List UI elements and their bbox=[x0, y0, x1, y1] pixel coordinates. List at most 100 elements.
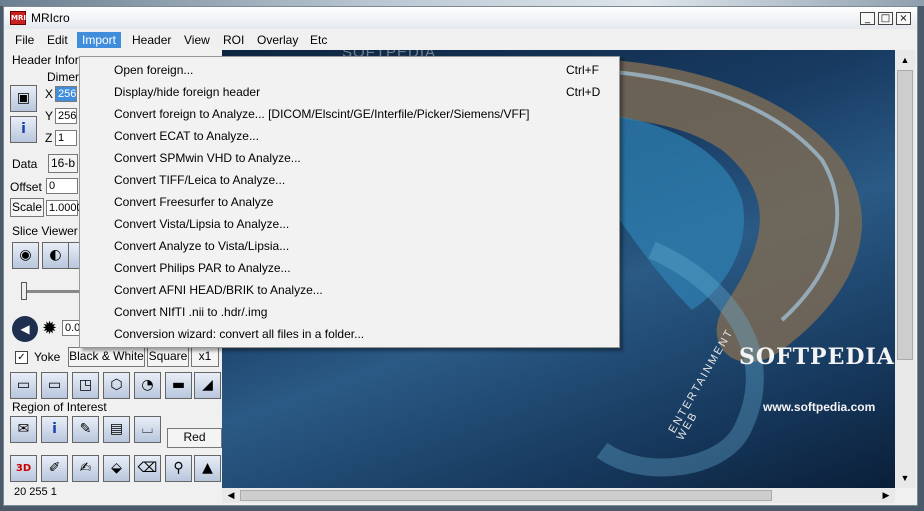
vertical-scrollbar[interactable]: ▲ ▼ bbox=[895, 50, 915, 488]
menu-item-convert-spmwin[interactable]: Convert SPMwin VHD to Analyze... bbox=[80, 147, 619, 169]
slice-slider-thumb[interactable] bbox=[21, 282, 27, 300]
freehand-icon: ✍ bbox=[79, 460, 92, 476]
roi-color-button[interactable]: Red bbox=[167, 428, 222, 448]
render-3d-button[interactable]: ⬡ bbox=[103, 372, 130, 399]
brightness-icon[interactable]: ✹ bbox=[42, 318, 57, 339]
rotate-icon: ◔ bbox=[141, 377, 154, 393]
scale-field[interactable]: 1.0000 bbox=[46, 200, 83, 216]
roi-freehand-button[interactable]: ✍ bbox=[72, 455, 99, 482]
menu-item-label: Convert ECAT to Analyze... bbox=[114, 129, 259, 143]
y-dimension-field[interactable]: 256 bbox=[55, 108, 77, 124]
roi-open-button[interactable]: ✉ bbox=[10, 416, 37, 443]
menu-import[interactable]: Import bbox=[77, 32, 122, 48]
yoke-label: Yoke bbox=[34, 350, 61, 364]
title-bar[interactable]: MRI MRIcro _ □ × bbox=[4, 7, 917, 29]
roi-save-button[interactable]: ▤ bbox=[103, 416, 130, 443]
menu-file[interactable]: File bbox=[10, 32, 39, 48]
menu-overlay[interactable]: Overlay bbox=[252, 32, 303, 48]
menu-item-convert-tiff[interactable]: Convert TIFF/Leica to Analyze... bbox=[80, 169, 619, 191]
scroll-up-icon[interactable]: ▲ bbox=[897, 52, 913, 68]
menu-view[interactable]: View bbox=[179, 32, 215, 48]
menu-roi[interactable]: ROI bbox=[218, 32, 249, 48]
menu-item-convert-analyze-to-vista[interactable]: Convert Analyze to Vista/Lipsia... bbox=[80, 235, 619, 257]
scroll-thumb-horizontal[interactable] bbox=[240, 490, 772, 501]
menu-item-label: Convert SPMwin VHD to Analyze... bbox=[114, 151, 301, 165]
brightness-field[interactable]: 0.0 bbox=[62, 320, 80, 336]
maximize-icon[interactable]: □ bbox=[878, 12, 893, 25]
scroll-thumb-vertical[interactable] bbox=[897, 70, 913, 360]
slice-view-multi-button[interactable]: ▭ bbox=[41, 372, 68, 399]
back-arrow-icon[interactable]: ◀ bbox=[12, 316, 38, 342]
yoke-check-mark: ✓ bbox=[17, 352, 26, 363]
zoom-button[interactable]: x1 bbox=[191, 347, 219, 367]
menu-item-label: Convert NIfTI .nii to .hdr/.img bbox=[114, 305, 268, 319]
mricro-window: MRI MRIcro _ □ × File Edit Import Header… bbox=[3, 6, 918, 506]
menu-header[interactable]: Header bbox=[127, 32, 176, 48]
info-button[interactable]: i bbox=[10, 116, 37, 143]
roi-delete-button[interactable]: ⌴ bbox=[134, 416, 161, 443]
scale-button[interactable]: Scale bbox=[10, 198, 44, 217]
menu-edit[interactable]: Edit bbox=[42, 32, 73, 48]
horizontal-scrollbar[interactable]: ◀ ▶ bbox=[222, 488, 895, 503]
menu-item-label: Convert Vista/Lipsia to Analyze... bbox=[114, 217, 290, 231]
open-image-button[interactable]: ▣ bbox=[10, 85, 37, 112]
histogram-button[interactable]: ◢ bbox=[194, 372, 221, 399]
x-dimension-field[interactable]: 256 bbox=[55, 86, 77, 102]
roi-open-icon: ✉ bbox=[17, 421, 30, 437]
menu-item-label: Display/hide foreign header bbox=[114, 85, 261, 99]
import-menu: Open foreign... Ctrl+F Display/hide forei… bbox=[79, 56, 620, 348]
colormap-button[interactable]: Black & White bbox=[68, 347, 145, 367]
contrast-button[interactable]: ▬ bbox=[165, 372, 192, 399]
menu-item-convert-nifti[interactable]: Convert NIfTI .nii to .hdr/.img bbox=[80, 301, 619, 323]
softpedia-logo: SOFTPEDIA® bbox=[739, 344, 908, 370]
zoom-tool-button[interactable]: ⚲ bbox=[165, 455, 192, 482]
data-type-select[interactable]: 16-b bbox=[48, 154, 78, 173]
sagittal-view-button[interactable]: ◐ bbox=[42, 242, 69, 269]
menu-item-display-foreign-header[interactable]: Display/hide foreign header Ctrl+D bbox=[80, 81, 619, 103]
menu-item-convert-vista-to-analyze[interactable]: Convert Vista/Lipsia to Analyze... bbox=[80, 213, 619, 235]
menu-item-label: Conversion wizard: convert all files in … bbox=[114, 327, 365, 341]
minimize-icon[interactable]: _ bbox=[860, 12, 875, 25]
slice-view-single-button[interactable]: ▭ bbox=[10, 372, 37, 399]
menu-item-convert-freesurfer[interactable]: Convert Freesurfer to Analyze bbox=[80, 191, 619, 213]
scroll-left-icon[interactable]: ◀ bbox=[224, 488, 238, 503]
scroll-down-icon[interactable]: ▼ bbox=[897, 470, 913, 486]
app-icon: MRI bbox=[10, 11, 26, 25]
menu-item-open-foreign[interactable]: Open foreign... Ctrl+F bbox=[80, 59, 619, 81]
close-icon[interactable]: × bbox=[896, 12, 911, 25]
scroll-right-icon[interactable]: ▶ bbox=[879, 488, 893, 503]
roi-erase-button[interactable]: ⌫ bbox=[134, 455, 161, 482]
offset-field[interactable]: 0 bbox=[46, 178, 78, 194]
roi-info-button[interactable]: i bbox=[41, 416, 68, 443]
menu-bar: File Edit Import Header View ROI Overlay… bbox=[4, 29, 917, 50]
eraser-icon: ⌫ bbox=[137, 460, 158, 476]
slice-view-ortho-button[interactable]: ◳ bbox=[72, 372, 99, 399]
threshold-button[interactable]: ▲ bbox=[194, 455, 221, 482]
square-button[interactable]: Square bbox=[147, 347, 189, 367]
menu-item-convert-foreign[interactable]: Convert foreign to Analyze... [DICOM/Els… bbox=[80, 103, 619, 125]
slice-viewer-label: Slice Viewer bbox=[12, 224, 78, 238]
z-dimension-field[interactable]: 1 bbox=[55, 130, 77, 146]
data-type-label: Data bbox=[12, 157, 38, 171]
axial-view-button[interactable]: ◉ bbox=[12, 242, 39, 269]
menu-item-conversion-wizard[interactable]: Conversion wizard: convert all files in … bbox=[80, 323, 619, 345]
roi-3d-button[interactable]: 3D bbox=[10, 455, 37, 482]
menu-item-convert-ecat[interactable]: Convert ECAT to Analyze... bbox=[80, 125, 619, 147]
head-sagittal-icon: ◐ bbox=[49, 247, 62, 263]
menu-item-shortcut: Ctrl+D bbox=[566, 85, 601, 99]
menu-item-label: Convert AFNI HEAD/BRIK to Analyze... bbox=[114, 283, 323, 297]
header-info-label: Header Infor bbox=[12, 53, 79, 67]
yoke-checkbox[interactable]: ✓ bbox=[15, 351, 28, 364]
pen-icon: ✎ bbox=[79, 421, 92, 437]
rotate-view-button[interactable]: ◔ bbox=[134, 372, 161, 399]
roi-pen-button[interactable]: ✎ bbox=[72, 416, 99, 443]
menu-item-convert-afni[interactable]: Convert AFNI HEAD/BRIK to Analyze... bbox=[80, 279, 619, 301]
roi-fill-button[interactable]: ⬙ bbox=[103, 455, 130, 482]
histogram-icon: ◢ bbox=[202, 377, 213, 393]
menu-item-convert-philips[interactable]: Convert Philips PAR to Analyze... bbox=[80, 257, 619, 279]
slice-slider-track[interactable] bbox=[24, 290, 80, 293]
status-coordinates: 20 255 1 bbox=[14, 486, 57, 498]
roi-draw-button[interactable]: ✐ bbox=[41, 455, 68, 482]
menu-etc[interactable]: Etc bbox=[305, 32, 332, 48]
x-label: X bbox=[45, 87, 54, 101]
